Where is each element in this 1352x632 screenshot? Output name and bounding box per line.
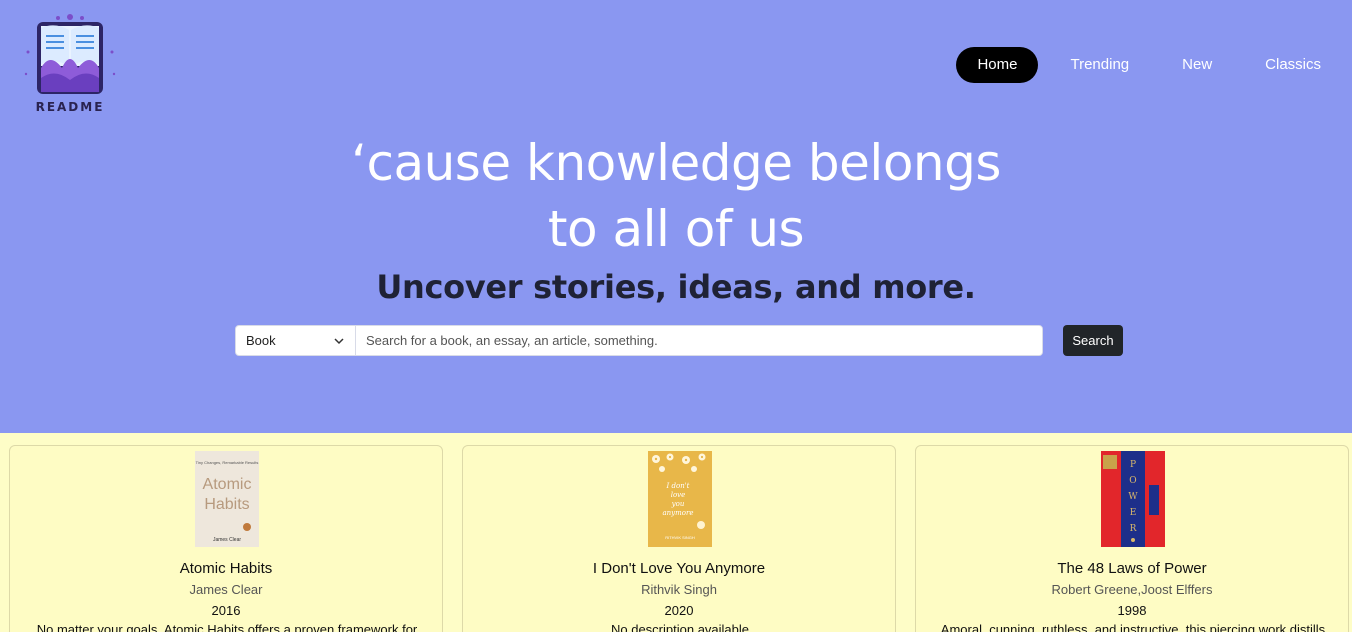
book-description: No matter your goals, Atomic Habits offe… xyxy=(36,622,418,632)
nav-new[interactable]: New xyxy=(1161,47,1233,83)
book-description: No description available xyxy=(610,622,750,632)
cover-title-line-4: anymore xyxy=(663,509,694,517)
book-cover: Tiny Changes, Remarkable Results Atomic … xyxy=(195,451,259,547)
hero-section: README Home Trending New Classics ‘cause… xyxy=(0,0,1352,433)
book-author: James Clear xyxy=(189,582,263,597)
atomic-habits-cover-image: Tiny Changes, Remarkable Results Atomic … xyxy=(195,451,259,547)
cover-letter-p: P xyxy=(1130,460,1136,470)
book-cover: P O W E R xyxy=(1101,451,1165,547)
search-type-select[interactable]: Book xyxy=(236,326,356,355)
book-title[interactable]: The 48 Laws of Power xyxy=(916,560,1348,577)
hero-headline: ‘cause knowledge belongs to all of us xyxy=(0,130,1352,262)
cover-author: James Clear xyxy=(213,537,241,543)
cover-tag: Tiny Changes, Remarkable Results xyxy=(196,460,259,465)
search-button[interactable]: Search xyxy=(1063,325,1123,356)
search-bar: Book xyxy=(235,325,1043,356)
book-title[interactable]: Atomic Habits xyxy=(10,560,442,577)
readme-logo[interactable]: README xyxy=(20,12,120,116)
nav-classics[interactable]: Classics xyxy=(1244,47,1342,83)
search-type-value: Book xyxy=(246,333,276,348)
cover-title-line-1: I don't xyxy=(666,482,690,490)
book-logo-icon xyxy=(24,14,116,94)
headline-line-2: to all of us xyxy=(547,200,805,258)
cover-letter-e: E xyxy=(1130,508,1137,518)
i-dont-love-you-anymore-cover-image: I don't love you anymore RITHVIK SINGH xyxy=(648,451,712,547)
cover-author: RITHVIK SINGH xyxy=(665,535,695,540)
book-card[interactable]: I don't love you anymore RITHVIK SINGH I… xyxy=(462,445,896,632)
chevron-down-icon xyxy=(334,337,344,344)
book-card[interactable]: P O W E R The 48 Laws of Power Robert Gr… xyxy=(915,445,1349,632)
nav-trending[interactable]: Trending xyxy=(1049,47,1150,83)
logo-wordmark: README xyxy=(35,100,105,114)
book-title[interactable]: I Don't Love You Anymore xyxy=(463,560,895,577)
book-year: 2020 xyxy=(664,603,694,618)
cover-title-line-3: you xyxy=(671,500,685,508)
cover-title-line-2: love xyxy=(671,491,686,499)
nav-home[interactable]: Home xyxy=(956,47,1039,83)
book-card[interactable]: Tiny Changes, Remarkable Results Atomic … xyxy=(9,445,443,632)
cover-letter-r: R xyxy=(1130,524,1137,534)
book-list: Tiny Changes, Remarkable Results Atomic … xyxy=(0,433,1352,632)
book-description: Amoral, cunning, ruthless, and instructi… xyxy=(940,622,1326,632)
hero-subheadline: Uncover stories, ideas, and more. xyxy=(376,268,976,306)
book-year: 1998 xyxy=(1117,603,1147,618)
48-laws-of-power-cover-image: P O W E R xyxy=(1101,451,1165,547)
headline-line-1: ‘cause knowledge belongs xyxy=(351,134,1001,192)
book-author: Robert Greene,Joost Elffers xyxy=(1051,582,1213,597)
cover-title-line-2: Habits xyxy=(204,496,249,513)
cover-letter-w: W xyxy=(1128,492,1138,502)
book-year: 2016 xyxy=(211,603,241,618)
cover-letter-o: O xyxy=(1129,476,1136,486)
book-author: Rithvik Singh xyxy=(641,582,717,597)
book-cover: I don't love you anymore RITHVIK SINGH xyxy=(648,451,712,547)
cover-title-line-1: Atomic xyxy=(203,476,252,493)
search-input[interactable] xyxy=(356,326,1042,355)
main-nav: Home Trending New Classics xyxy=(945,47,1342,83)
